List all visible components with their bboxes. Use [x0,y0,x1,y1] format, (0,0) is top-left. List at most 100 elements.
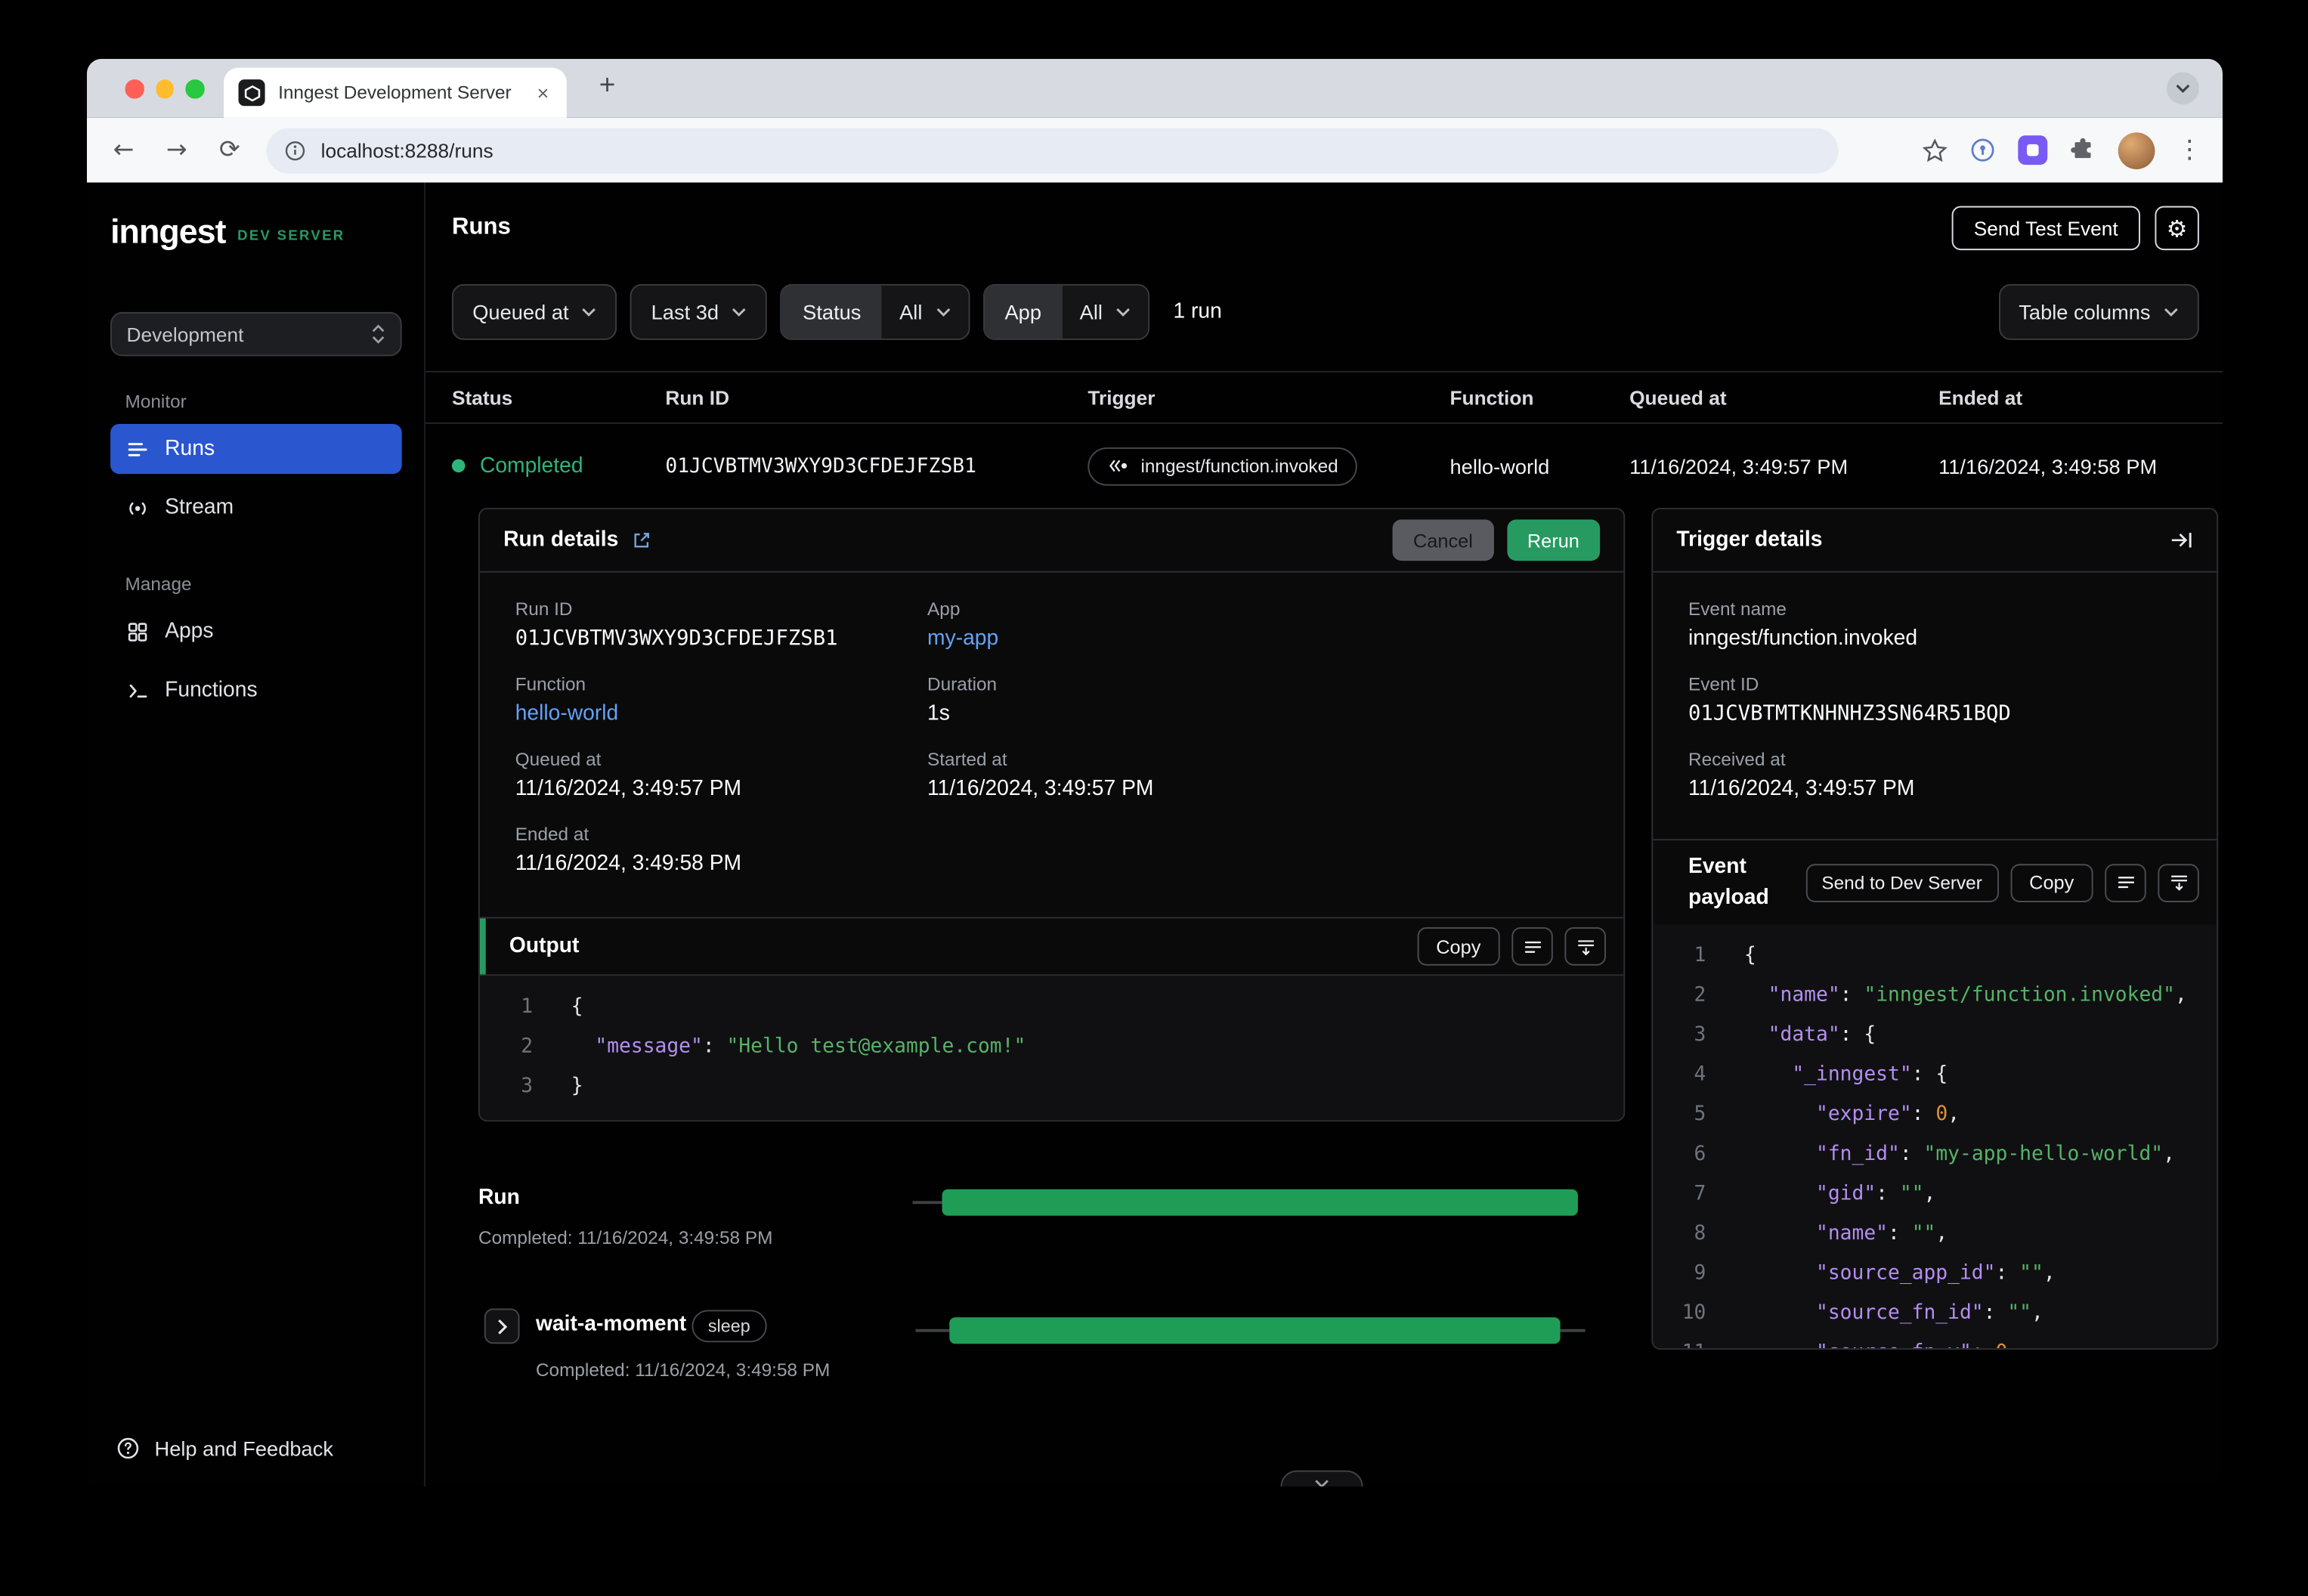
app-link[interactable]: my-app [927,627,1589,651]
payload-copy-button[interactable]: Copy [2009,863,2093,902]
settings-gear-button[interactable]: ⚙ [2155,206,2199,251]
text-wrap-icon[interactable] [2105,863,2146,902]
output-section-header: Output Copy [479,917,1624,976]
app-filter[interactable]: App All [982,283,1150,340]
timeline-connector [912,1201,942,1205]
sidebar-item-functions[interactable]: Functions [110,665,402,715]
new-tab-button[interactable]: + [599,70,616,103]
run-duration-bar[interactable] [942,1189,1578,1216]
field-event-id: Event ID 01JCVBTMTKNHNHZ3SN64R51BQD [1688,674,2181,725]
logo-row: inngest DEV SERVER [110,212,345,251]
rerun-button[interactable]: Rerun [1506,519,1601,561]
field-ended-at: Ended at 11/16/2024, 3:49:58 PM [515,824,927,876]
step-duration-bar[interactable] [949,1317,1561,1344]
help-and-feedback-button[interactable]: Help and Feedback [116,1437,333,1460]
field-label: Function [515,674,586,695]
timeline-connector [915,1328,950,1332]
field-label: App [927,598,961,620]
queued-at-filter[interactable]: Queued at [451,283,617,340]
help-label: Help and Feedback [154,1436,334,1461]
forward-button[interactable]: → [160,135,193,165]
scroll-to-bottom-pill[interactable] [1280,1470,1363,1487]
field-label: Started at [927,749,1007,770]
step-expand-button[interactable] [484,1308,520,1344]
scroll-to-bottom-icon[interactable] [1564,927,1606,966]
reload-button[interactable]: ⟳ [213,135,246,165]
field-value: 01JCVBTMTKNHNHZ3SN64R51BQD [1688,702,2011,726]
output-copy-button[interactable]: Copy [1416,927,1500,966]
sidebar: inngest DEV SERVER Development Monitor R… [87,182,425,1487]
toolbar-right-cluster: ⋮ [1922,131,2202,169]
text-wrap-icon[interactable] [1511,927,1553,966]
app-filter-value-text: All [1079,300,1103,324]
stream-icon [129,501,146,514]
status-filter-value-text: All [899,300,923,324]
sidebar-item-stream[interactable]: Stream [110,483,402,533]
bookmark-star-icon[interactable] [1922,138,1948,162]
app-filter-value[interactable]: All [1062,285,1149,339]
collapse-panel-icon[interactable] [2170,530,2193,550]
chevron-down-icon [1116,308,1131,317]
trigger-badge[interactable]: inngest/function.invoked [1087,447,1358,485]
field-value: 1s [927,702,950,726]
extension-pinned-icon[interactable] [2018,135,2048,165]
browser-tab[interactable]: Inngest Development Server × [224,67,567,118]
event-payload-header: Event payload Send to Dev Server Copy [1653,839,2217,924]
field-label: Duration [927,674,998,695]
page-title: Runs [451,215,511,240]
field-label: Run ID [515,598,573,620]
send-test-event-button[interactable]: Send Test Event [1951,206,2140,251]
col-header-trigger: Trigger [1087,386,1156,409]
tab-search-button[interactable] [2167,72,2199,105]
sidebar-item-apps[interactable]: Apps [110,606,402,656]
row-ended-at: 11/16/2024, 3:49:58 PM [1938,453,2158,478]
cancel-button[interactable]: Cancel [1392,519,1494,561]
sidebar-item-runs[interactable]: Runs [110,423,402,475]
col-header-run-id: Run ID [665,386,730,409]
inngest-logo: inngest [110,212,226,251]
extensions-puzzle-icon[interactable] [2069,137,2096,163]
sidebar-item-label: Runs [165,437,215,461]
scroll-to-bottom-icon[interactable] [2158,863,2199,902]
row-function: hello-world [1449,453,1550,478]
field-label: Ended at [515,824,589,845]
status-filter-value[interactable]: All [881,285,968,339]
password-manager-icon[interactable] [1969,137,1996,163]
field-event-name: Event name inngest/function.invoked [1688,599,2181,651]
table-row[interactable]: Completed 01JCVBTMV3WXY9D3CFDEJFZSB1 inn… [425,424,2223,508]
time-range-filter[interactable]: Last 3d [630,283,768,340]
code-line: 9 "source_app_id": "", [1694,1261,2056,1285]
address-bar[interactable]: localhost:8288/runs [266,127,1839,173]
code-line: 1{ [521,994,583,1019]
send-to-dev-server-button[interactable]: Send to Dev Server [1805,863,1999,902]
table-columns-dropdown[interactable]: Table columns [1998,283,2199,340]
code-line: 11 "source_fn_v": 0, [1653,1334,2217,1348]
field-value: inngest/function.invoked [1688,626,1918,651]
field-received-at: Received at 11/16/2024, 3:49:57 PM [1688,749,2181,800]
run-count: 1 run [1173,300,1222,324]
output-accent-bar [479,918,486,975]
tab-strip: Inngest Development Server × + [86,58,2223,118]
external-link-icon[interactable] [632,530,652,550]
back-button[interactable]: ← [107,135,140,165]
tab-title: Inngest Development Server [278,82,512,104]
field-started-at: Started at 11/16/2024, 3:49:57 PM [927,749,1589,800]
environment-select[interactable]: Development [110,311,402,357]
zoom-window-button[interactable] [185,79,204,98]
function-link[interactable]: hello-world [515,702,927,725]
screenshot-stage: Inngest Development Server × + ← → ⟳ loc… [0,0,2308,1596]
payload-code: 1{2 "name": "inngest/function.invoked", 3… [1653,924,2217,1349]
profile-avatar[interactable] [2118,131,2155,169]
step-completed: Completed: 11/16/2024, 3:49:58 PM [535,1359,831,1381]
status-dot [451,459,466,473]
code-line: 8 "name": "", [1694,1221,1948,1245]
site-info-icon[interactable] [284,139,306,161]
queued-at-filter-label: Queued at [472,300,569,324]
tab-close-icon[interactable]: × [534,81,552,104]
minimize-window-button[interactable] [155,79,174,98]
run-details-header: Run details Cancel Rerun [479,509,1624,573]
chevron-down-icon [936,308,950,317]
status-filter[interactable]: Status All [780,283,970,340]
close-window-button[interactable] [125,79,144,98]
browser-menu-icon[interactable]: ⋮ [2177,135,2202,165]
